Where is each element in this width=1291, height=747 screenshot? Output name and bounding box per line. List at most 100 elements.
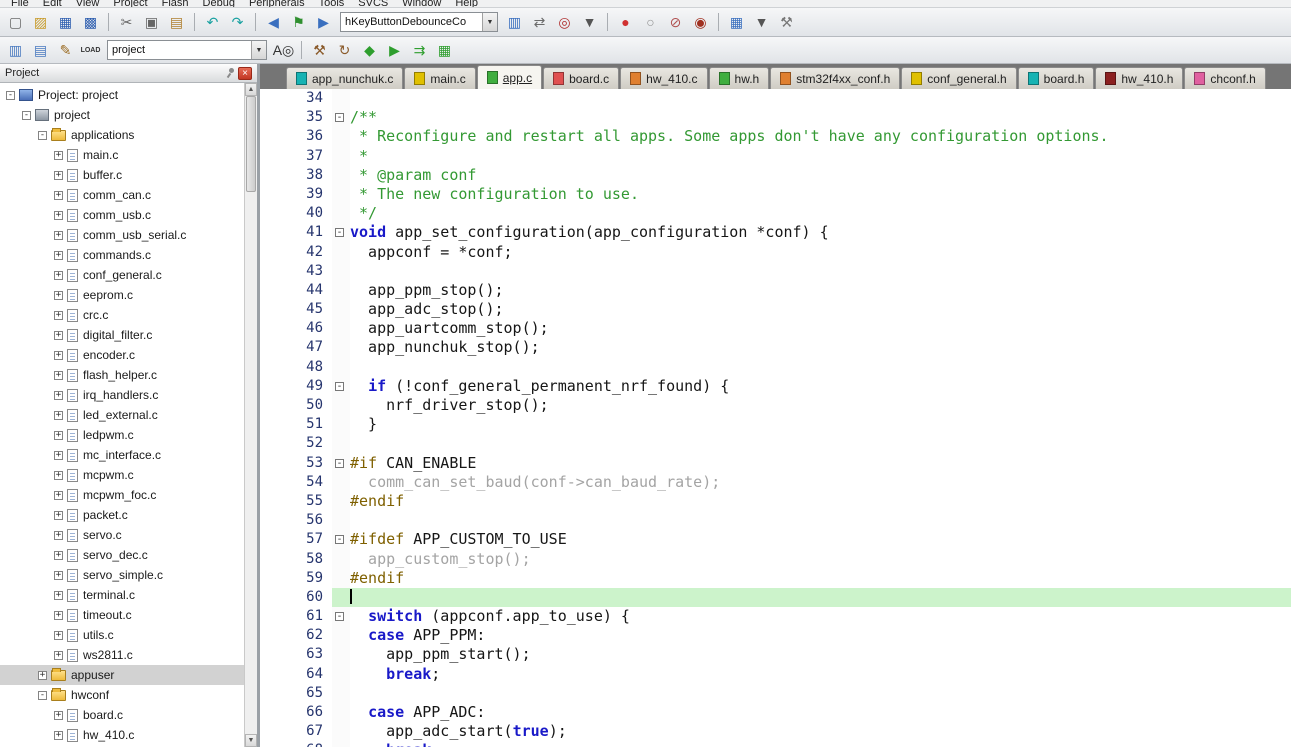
tree-item-comm-can-c[interactable]: +comm_can.c (0, 185, 244, 205)
tree-item-irq-handlers-c[interactable]: +irq_handlers.c (0, 385, 244, 405)
expand-icon[interactable]: + (54, 171, 63, 180)
bookmark-next-icon[interactable]: ▶ (312, 11, 335, 33)
editor-line-35[interactable]: 35-/** (260, 108, 1291, 127)
editor-line-44[interactable]: 44 app_ppm_stop(); (260, 281, 1291, 300)
workspace-save-icon[interactable]: ▤ (29, 39, 52, 61)
expand-icon[interactable]: + (54, 231, 63, 240)
debug-record-icon[interactable]: ● (614, 11, 637, 33)
symbol-combo[interactable]: hKeyButtonDebounceCo▼ (340, 12, 498, 32)
expand-icon[interactable]: + (54, 451, 63, 460)
editor-line-37[interactable]: 37 * (260, 147, 1291, 166)
expand-icon[interactable]: + (54, 531, 63, 540)
chevron-down-icon[interactable]: ▼ (251, 41, 266, 59)
close-panel-button[interactable]: × (238, 67, 252, 80)
code-editor[interactable]: 3435-/**36 * Reconfigure and restart all… (260, 89, 1291, 747)
tree-item-main-c[interactable]: +main.c (0, 145, 244, 165)
tab-app_nunchuk-c[interactable]: app_nunchuk.c (286, 67, 403, 89)
expand-icon[interactable]: + (54, 291, 63, 300)
expand-icon[interactable]: + (54, 551, 63, 560)
symbols-view-icon[interactable]: A◎ (272, 39, 295, 61)
fold-toggle-icon[interactable]: - (335, 228, 344, 237)
expand-icon[interactable]: + (54, 611, 63, 620)
new-file-icon[interactable]: ▢ (4, 11, 27, 33)
expand-icon[interactable]: + (54, 251, 63, 260)
build-run-icon[interactable]: ◆ (358, 39, 381, 61)
menu-svcs[interactable]: SVCS (351, 0, 395, 8)
search-scope-icon[interactable]: ◎ (553, 11, 576, 33)
editor-line-67[interactable]: 67 app_adc_start(true); (260, 722, 1291, 741)
tab-hw_410-h[interactable]: hw_410.h (1095, 67, 1183, 89)
fold-toggle-icon[interactable]: - (335, 612, 344, 621)
expand-icon[interactable]: + (38, 671, 47, 680)
tree-item-servo-dec-c[interactable]: +servo_dec.c (0, 545, 244, 565)
fold-toggle-icon[interactable]: - (335, 459, 344, 468)
tree-item-terminal-c[interactable]: +terminal.c (0, 585, 244, 605)
expand-icon[interactable]: + (54, 471, 63, 480)
menu-view[interactable]: View (69, 0, 107, 8)
tree-item-utils-c[interactable]: +utils.c (0, 625, 244, 645)
expand-icon[interactable]: + (54, 511, 63, 520)
tree-item-project-project[interactable]: -Project: project (0, 85, 244, 105)
save-icon[interactable]: ▦ (54, 11, 77, 33)
tree-item-led-external-c[interactable]: +led_external.c (0, 405, 244, 425)
tree-item-hw-410-c[interactable]: +hw_410.c (0, 725, 244, 745)
menu-help[interactable]: Help (448, 0, 485, 8)
editor-line-48[interactable]: 48 (260, 358, 1291, 377)
editor-line-53[interactable]: 53-#if CAN_ENABLE (260, 454, 1291, 473)
tab-hw-h[interactable]: hw.h (709, 67, 770, 89)
expand-icon[interactable]: + (54, 391, 63, 400)
tree-item-comm-usb-serial-c[interactable]: +comm_usb_serial.c (0, 225, 244, 245)
editor-line-57[interactable]: 57-#ifdef APP_CUSTOM_TO_USE (260, 530, 1291, 549)
expand-icon[interactable]: + (54, 411, 63, 420)
editor-line-66[interactable]: 66 case APP_ADC: (260, 703, 1291, 722)
tree-scrollbar-thumb[interactable] (246, 96, 256, 192)
editor-line-52[interactable]: 52 (260, 434, 1291, 453)
tree-item-mc-interface-c[interactable]: +mc_interface.c (0, 445, 244, 465)
editor-line-49[interactable]: 49- if (!conf_general_permanent_nrf_foun… (260, 377, 1291, 396)
pin-icon[interactable] (224, 67, 236, 79)
editor-line-39[interactable]: 39 * The new configuration to use. (260, 185, 1291, 204)
bookmark-prev-icon[interactable]: ◀ (262, 11, 285, 33)
menu-flash[interactable]: Flash (155, 0, 196, 8)
tree-item-mcpwm-c[interactable]: +mcpwm.c (0, 465, 244, 485)
editor-line-51[interactable]: 51 } (260, 415, 1291, 434)
expand-icon[interactable]: + (54, 351, 63, 360)
paste-icon[interactable]: ▤ (165, 11, 188, 33)
tree-item-applications[interactable]: -applications (0, 125, 244, 145)
tab-hw_410-c[interactable]: hw_410.c (620, 67, 707, 89)
editor-line-64[interactable]: 64 break; (260, 665, 1291, 684)
collapse-icon[interactable]: - (6, 91, 15, 100)
editor-line-46[interactable]: 46 app_uartcomm_stop(); (260, 319, 1291, 338)
debug-reset-icon[interactable]: ◉ (689, 11, 712, 33)
expand-icon[interactable]: + (54, 331, 63, 340)
expand-icon[interactable]: + (54, 271, 63, 280)
load-target-icon[interactable]: LOAD (79, 39, 102, 61)
tree-item-timeout-c[interactable]: +timeout.c (0, 605, 244, 625)
tree-item-buffer-c[interactable]: +buffer.c (0, 165, 244, 185)
menu-edit[interactable]: Edit (36, 0, 69, 8)
expand-icon[interactable]: + (54, 711, 63, 720)
layout-view-icon[interactable]: ▦ (725, 11, 748, 33)
editor-line-61[interactable]: 61- switch (appconf.app_to_use) { (260, 607, 1291, 626)
collapse-icon[interactable]: - (22, 111, 31, 120)
editor-line-65[interactable]: 65 (260, 684, 1291, 703)
copy-icon[interactable]: ▣ (140, 11, 163, 33)
tab-stm32f4xx_conf-h[interactable]: stm32f4xx_conf.h (770, 67, 900, 89)
rebuild-icon[interactable]: ↻ (333, 39, 356, 61)
tab-app-c[interactable]: app.c (477, 65, 542, 89)
chevron-down-icon[interactable]: ▼ (482, 13, 497, 31)
tree-item-hwconf[interactable]: -hwconf (0, 685, 244, 705)
build-icon[interactable]: ⚒ (308, 39, 331, 61)
editor-line-59[interactable]: 59#endif (260, 569, 1291, 588)
debug-stop-icon[interactable]: ⊘ (664, 11, 687, 33)
tree-item-digital-filter-c[interactable]: +digital_filter.c (0, 325, 244, 345)
collapse-icon[interactable]: - (38, 691, 47, 700)
tree-item-packet-c[interactable]: +packet.c (0, 505, 244, 525)
scroll-up-icon[interactable]: ▲ (245, 83, 257, 96)
save-all-icon[interactable]: ▩ (79, 11, 102, 33)
expand-icon[interactable]: + (54, 191, 63, 200)
tree-item-project[interactable]: -project (0, 105, 244, 125)
editor-line-41[interactable]: 41-void app_set_configuration(app_config… (260, 223, 1291, 242)
redo-icon[interactable]: ↷ (226, 11, 249, 33)
editor-line-45[interactable]: 45 app_adc_stop(); (260, 300, 1291, 319)
